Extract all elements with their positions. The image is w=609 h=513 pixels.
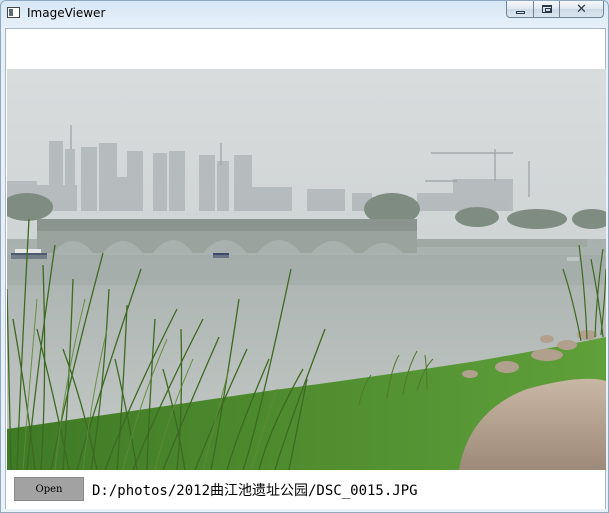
maximize-icon	[541, 5, 552, 13]
file-path-label: D:/photos/2012曲江池遗址公园/DSC_0015.JPG	[92, 483, 418, 499]
title-bar[interactable]: ImageViewer ✕	[1, 1, 609, 27]
caption-buttons: ✕	[506, 1, 604, 19]
window-title: ImageViewer	[27, 6, 106, 20]
minimize-icon	[515, 10, 525, 14]
bottom-toolbar: Open D:/photos/2012曲江池遗址公园/DSC_0015.JPG	[6, 471, 605, 509]
app-window: ImageViewer ✕ Open D:/photos/2012曲江池遗址公园…	[0, 0, 609, 513]
open-button[interactable]: Open	[14, 477, 84, 501]
close-button[interactable]: ✕	[560, 1, 604, 18]
photo	[7, 69, 606, 470]
maximize-button[interactable]	[534, 1, 560, 18]
app-window-icon	[7, 7, 20, 18]
close-icon: ✕	[576, 1, 587, 17]
water-reflection	[7, 255, 606, 285]
image-display	[7, 69, 606, 470]
minimize-button[interactable]	[506, 1, 534, 18]
client-area: Open D:/photos/2012曲江池遗址公园/DSC_0015.JPG	[5, 28, 606, 509]
